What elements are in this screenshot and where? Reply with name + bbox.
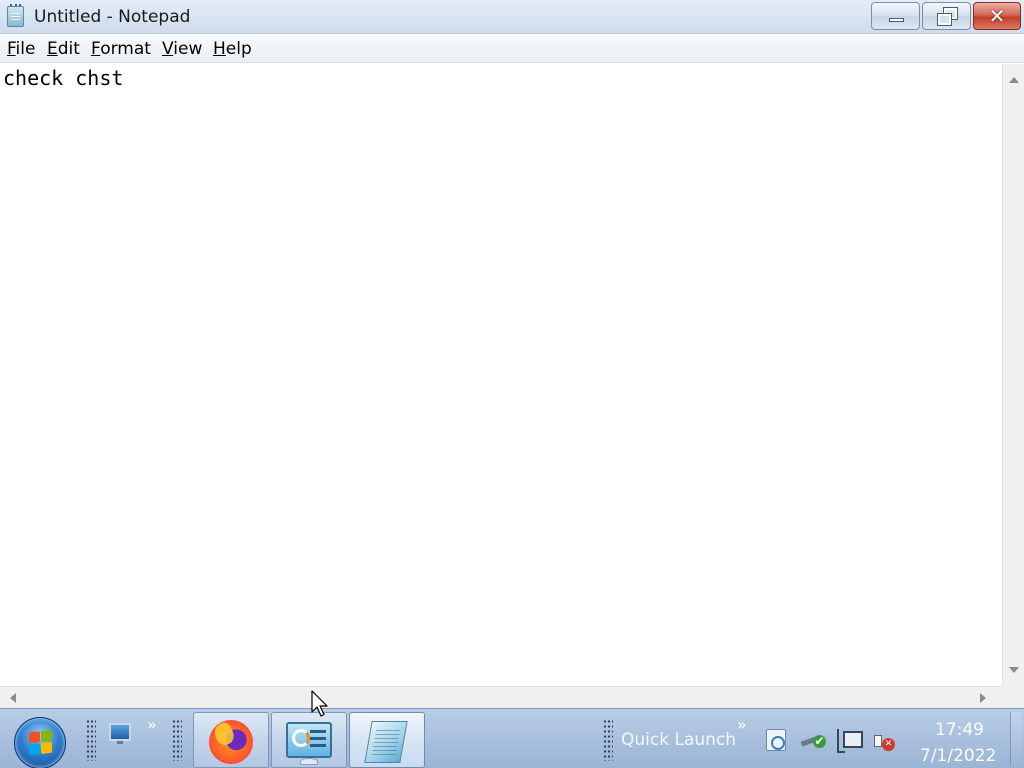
quick-launch-chevron[interactable]: »	[737, 715, 747, 734]
menu-bar: File Edit Format View Help	[0, 35, 1024, 63]
usb-safely-remove-icon[interactable]	[801, 733, 826, 749]
editor-text[interactable]: check chst	[3, 66, 123, 90]
taskbar-button-control-panel[interactable]	[271, 712, 347, 768]
control-panel-icon	[286, 722, 332, 758]
network-icon[interactable]	[837, 729, 863, 753]
taskbar-button-firefox[interactable]	[193, 712, 269, 768]
scroll-up-icon[interactable]	[1009, 77, 1019, 83]
minimize-icon	[889, 18, 904, 22]
toolbar-grip[interactable]	[86, 719, 96, 761]
show-desktop-button[interactable]	[1010, 712, 1022, 766]
start-button[interactable]	[14, 717, 66, 768]
taskbar-button-notepad[interactable]	[349, 712, 425, 768]
scrollbar-corner	[1002, 686, 1024, 708]
menu-edit[interactable]: Edit	[47, 39, 80, 59]
menu-view[interactable]: View	[162, 39, 202, 59]
restore-icon	[937, 7, 958, 26]
mouse-cursor-icon	[311, 690, 328, 717]
taskbar: » Quick Launch » 17:49 7/1/2022	[0, 708, 1024, 768]
toolbar-grip[interactable]	[172, 719, 182, 761]
close-icon: ✕	[988, 4, 1006, 28]
toolbar-grip[interactable]	[603, 719, 613, 761]
notepad-icon[interactable]	[7, 4, 24, 27]
firefox-icon	[209, 720, 253, 764]
menu-format[interactable]: Format	[91, 39, 151, 59]
menu-file[interactable]: File	[7, 39, 35, 59]
horizontal-scrollbar[interactable]	[0, 686, 1002, 708]
volume-muted-icon[interactable]	[873, 729, 897, 751]
windows-start-icon	[29, 729, 53, 757]
quick-launch-label[interactable]: Quick Launch	[621, 730, 736, 750]
vertical-scrollbar[interactable]	[1002, 64, 1024, 686]
scroll-right-icon[interactable]	[980, 693, 986, 703]
text-editor[interactable]: check chst	[0, 64, 1002, 686]
clock-time[interactable]: 17:49	[935, 720, 984, 740]
minimize-button[interactable]	[871, 2, 920, 30]
menu-help[interactable]: Help	[213, 39, 252, 59]
document-icon[interactable]	[766, 729, 786, 751]
clock-date[interactable]: 7/1/2022	[920, 746, 996, 766]
window-title: Untitled - Notepad	[34, 7, 191, 27]
scroll-left-icon[interactable]	[10, 693, 16, 703]
scroll-down-icon[interactable]	[1009, 667, 1019, 673]
notepad-icon	[364, 721, 408, 763]
show-desktop-icon[interactable]	[109, 723, 131, 744]
title-bar[interactable]: Untitled - Notepad ✕	[0, 0, 1024, 34]
close-button[interactable]: ✕	[973, 2, 1021, 30]
quick-launch-chevron[interactable]: »	[147, 715, 157, 734]
restore-button[interactable]	[922, 2, 971, 30]
